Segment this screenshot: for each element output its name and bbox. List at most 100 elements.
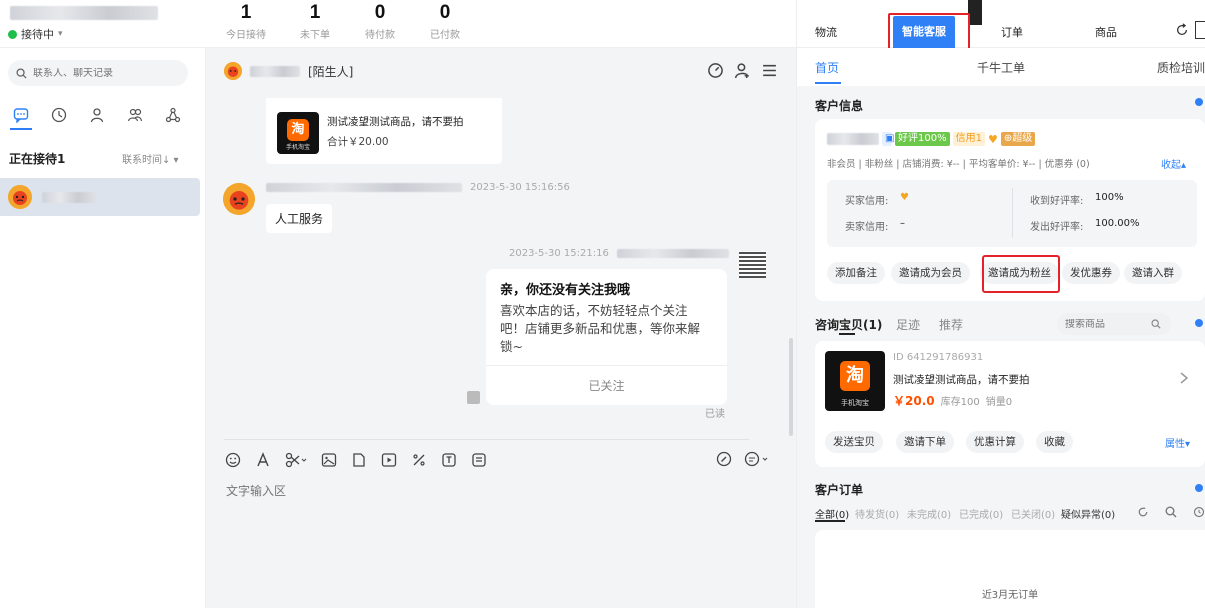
user-add-icon[interactable] <box>734 62 751 79</box>
favorite-button[interactable]: 收藏 <box>1036 431 1073 453</box>
member-summary: 非会员 | 非粉丝 | 店铺消费: ¥-- | 平均客单价: ¥-- | 优惠券… <box>827 159 1090 170</box>
visitor-avatar-icon <box>8 185 32 209</box>
tab-orders[interactable]: 订单 <box>1001 24 1023 40</box>
stat-number: 0 <box>374 2 386 23</box>
search-icon <box>1151 319 1161 329</box>
seller-credit-label: 卖家信用: <box>845 222 889 233</box>
chat-scrollbar[interactable] <box>789 338 793 436</box>
followed-button[interactable]: 已关注 <box>486 365 727 405</box>
subtab-home[interactable]: 首页 <box>815 59 839 76</box>
status-selector[interactable]: 接待中 ▾ <box>8 26 63 42</box>
add-note-button[interactable]: 添加备注 <box>827 262 885 284</box>
stat-today-received[interactable]: 1 今日接待 <box>216 2 276 41</box>
scissors-icon[interactable] <box>284 451 308 469</box>
order-tab-all[interactable]: 全部(0) <box>815 506 849 521</box>
orders-card: 近3月无订单 <box>815 530 1205 608</box>
stat-pending-payment[interactable]: 0 待付款 <box>350 2 410 41</box>
subtab-training[interactable]: 质检培训 <box>1157 59 1205 76</box>
coupon-icon[interactable] <box>440 451 458 469</box>
credit-badge: 信用1 <box>952 132 985 146</box>
message-input[interactable] <box>226 482 766 592</box>
chat-bubble-icon[interactable] <box>12 106 30 124</box>
order-tab-complete[interactable]: 已完成(0) <box>959 506 1003 521</box>
clock-icon[interactable] <box>50 106 68 124</box>
tab-recommend[interactable]: 推荐 <box>939 316 963 333</box>
customer-badges: ▣ 好评100% 信用1 ♥ ⊕超级 <box>827 132 1036 146</box>
sent-good-label: 发出好评率: <box>1030 222 1084 233</box>
product-id: ID 641291786931 <box>893 352 984 363</box>
product-search-input[interactable] <box>1065 318 1145 330</box>
contact-search-box[interactable] <box>8 60 188 86</box>
buyer-credit-heart-icon: ♥ <box>900 192 909 203</box>
tab-footprint[interactable]: 足迹 <box>896 316 920 333</box>
font-icon[interactable] <box>254 451 272 469</box>
assistant-panel: 物流 智能客服 订单 商品 首页 千牛工单 质检培训 客户信息 ▣ 好评100%… <box>796 0 1205 608</box>
note-icon[interactable] <box>470 451 488 469</box>
thumbnail-caption: 手机淘宝 <box>285 144 310 151</box>
product-search-box[interactable] <box>1057 313 1171 335</box>
product-title: 测试凌望测试商品，请不要拍 <box>327 116 464 128</box>
history-icon[interactable] <box>1193 506 1205 518</box>
file-icon[interactable] <box>350 451 368 469</box>
credit-info-box: 买家信用: ♥ 卖家信用: – 收到好评率: 100% 发出好评率: 100.0… <box>827 180 1197 247</box>
stat-number: 0 <box>439 2 451 23</box>
emoji-icon[interactable] <box>224 451 242 469</box>
person-icon[interactable] <box>88 106 106 124</box>
collapse-dot-icon[interactable] <box>1195 484 1203 492</box>
read-receipt: 已读 <box>705 409 725 420</box>
tab-logistics[interactable]: 物流 <box>815 24 837 40</box>
edit-icon[interactable] <box>716 451 732 467</box>
stat-paid[interactable]: 0 已付款 <box>415 2 475 41</box>
invite-member-button[interactable]: 邀请成为会员 <box>891 262 970 284</box>
attributes-toggle[interactable]: 属性▾ <box>1165 435 1190 450</box>
contact-sidebar: 正在接待1 联系时间↓ ▾ <box>0 48 206 608</box>
invite-order-button[interactable]: 邀请下单 <box>896 431 954 453</box>
collapse-toggle[interactable]: 收起▴ <box>1161 156 1186 171</box>
discount-calc-button[interactable]: 优惠计算 <box>966 431 1024 453</box>
order-tab-closed[interactable]: 已关闭(0) <box>1011 506 1055 521</box>
subtab-workorder[interactable]: 千牛工单 <box>977 59 1025 76</box>
collapse-dot-icon[interactable] <box>1195 98 1203 106</box>
invite-group-button[interactable]: 邀请入群 <box>1124 262 1182 284</box>
product-message-card[interactable]: 淘 手机淘宝 测试凌望测试商品，请不要拍 合计￥20.00 <box>266 98 502 164</box>
group-icon[interactable] <box>126 106 144 124</box>
stat-no-order[interactable]: 1 未下单 <box>285 2 345 41</box>
contact-name-blurred <box>42 191 96 203</box>
chevron-right-icon[interactable] <box>1179 371 1189 385</box>
order-tab-incomplete[interactable]: 未完成(0) <box>907 506 951 521</box>
product-title: 测试凌望测试商品，请不要拍 <box>893 374 1030 386</box>
message-bubble: 人工服务 <box>266 204 333 233</box>
input-toolbar-right <box>716 451 770 467</box>
contact-search-input[interactable] <box>33 67 173 79</box>
no-orders-text: 近3月无订单 <box>981 590 1039 601</box>
message-meta: 2023-5-30 15:16:56 <box>266 182 570 193</box>
good-rate-badge: 好评100% <box>895 132 950 146</box>
collapse-dot-icon[interactable] <box>1195 319 1203 327</box>
search-icon[interactable] <box>1165 506 1177 518</box>
active-consult-indicator <box>839 333 855 335</box>
video-icon[interactable] <box>380 451 398 469</box>
network-icon[interactable] <box>164 106 182 124</box>
order-tab-to-ship[interactable]: 待发货(0) <box>855 506 899 521</box>
panel-edge-icon[interactable] <box>1195 21 1205 39</box>
contact-list-item[interactable] <box>0 178 200 216</box>
tab-products[interactable]: 商品 <box>1095 24 1117 40</box>
menu-icon[interactable] <box>761 62 778 79</box>
stat-number: 1 <box>240 2 252 23</box>
quick-reply-icon[interactable] <box>744 451 770 467</box>
sort-dropdown[interactable]: 联系时间↓ ▾ <box>122 151 179 166</box>
discount-icon[interactable] <box>410 451 428 469</box>
shop-name-blurred <box>10 5 158 20</box>
refresh-icon[interactable] <box>1175 23 1189 37</box>
visitor-name-blurred <box>250 65 300 77</box>
product-thumbnail: 淘 手机淘宝 <box>277 112 319 154</box>
image-icon[interactable] <box>320 451 338 469</box>
order-tab-abnormal[interactable]: 疑似异常(0) <box>1061 506 1115 521</box>
send-product-button[interactable]: 发送宝贝 <box>825 431 883 453</box>
refresh-icon[interactable] <box>1137 506 1149 518</box>
sender-name-blurred <box>266 183 462 192</box>
stat-label: 已付款 <box>430 30 460 41</box>
gauge-icon[interactable] <box>707 62 724 79</box>
tab-consult-products[interactable]: 咨询宝贝(1) <box>815 316 882 333</box>
send-coupon-button[interactable]: 发优惠券 <box>1062 262 1120 284</box>
